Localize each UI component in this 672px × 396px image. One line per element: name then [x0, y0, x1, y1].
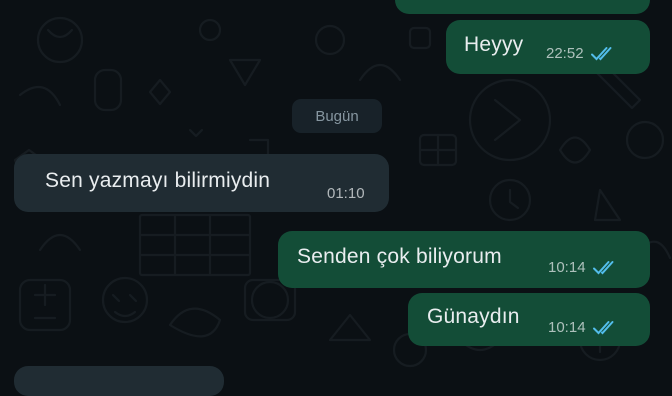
outgoing-message-bubble[interactable]: Heyyy 22:52: [446, 20, 650, 74]
message-time: 22:52: [546, 45, 584, 62]
outgoing-message-bubble[interactable]: Günaydın 10:14: [408, 293, 650, 346]
message-text: Günaydın: [427, 305, 520, 328]
message-time: 10:14: [548, 319, 586, 336]
next-message-bubble[interactable]: [14, 366, 224, 396]
outgoing-message-bubble[interactable]: Senden çok biliyorum 10:14: [278, 231, 650, 288]
incoming-message-bubble[interactable]: Sen yazmayı bilirmiydin 01:10: [14, 154, 389, 212]
double-check-icon: [590, 46, 612, 60]
double-check-icon: [592, 260, 614, 274]
message-text: Senden çok biliyorum: [297, 245, 502, 268]
message-text: Heyyy: [464, 33, 524, 56]
double-check-icon: [592, 320, 614, 334]
date-separator: Bugün: [292, 99, 382, 133]
message-text: Sen yazmayı bilirmiydin: [45, 169, 271, 192]
message-time: 01:10: [327, 185, 365, 202]
message-time: 10:14: [548, 259, 586, 276]
previous-message-bubble[interactable]: [395, 0, 650, 14]
